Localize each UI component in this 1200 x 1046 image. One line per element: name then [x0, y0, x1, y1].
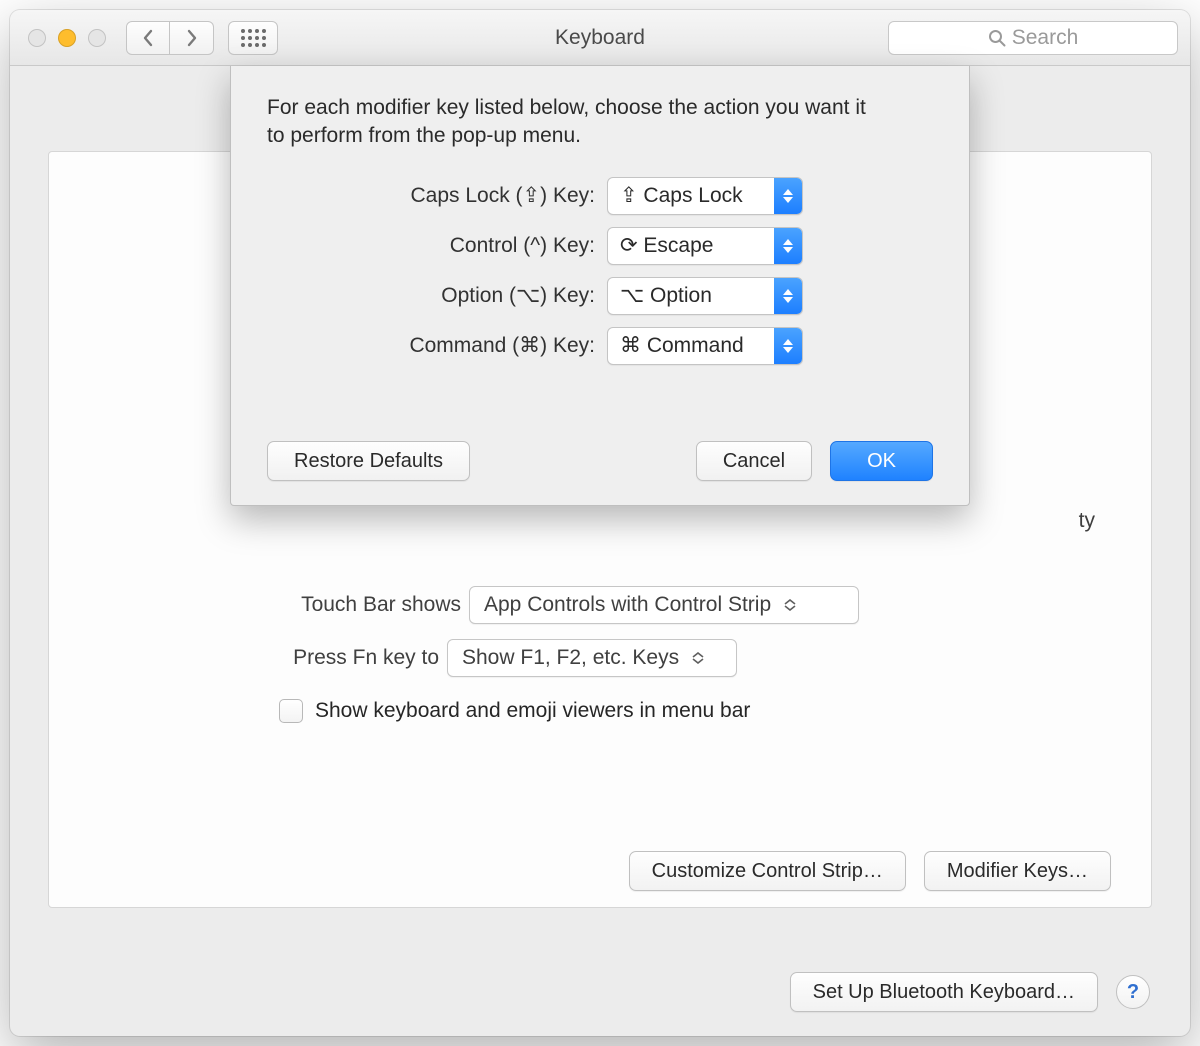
titlebar: Keyboard Search	[10, 10, 1190, 66]
help-icon: ?	[1127, 981, 1139, 1004]
preferences-window: Keyboard Search ty Touch Bar shows App C…	[10, 10, 1190, 1036]
panel-bottom-buttons: Customize Control Strip… Modifier Keys…	[629, 851, 1111, 891]
fn-label: Press Fn key to	[279, 646, 447, 670]
control-row: Control (^) Key: ⟳ Escape	[267, 227, 933, 265]
ok-button[interactable]: OK	[830, 441, 933, 481]
cancel-button[interactable]: Cancel	[696, 441, 812, 481]
fn-value: Show F1, F2, etc. Keys	[462, 646, 679, 670]
capslock-row: Caps Lock (⇪) Key: ⇪ Caps Lock	[267, 177, 933, 215]
control-label: Control (^) Key:	[267, 234, 607, 258]
select-knob-icon	[774, 228, 802, 264]
command-label: Command (⌘) Key:	[267, 333, 607, 358]
sheet-footer: Restore Defaults Cancel OK	[267, 441, 933, 481]
obscured-text-fragment: ty	[1079, 509, 1095, 533]
modifier-key-table: Caps Lock (⇪) Key: ⇪ Caps Lock Control (…	[267, 177, 933, 365]
search-icon	[988, 29, 1006, 47]
show-viewers-label: Show keyboard and emoji viewers in menu …	[315, 699, 750, 723]
option-select[interactable]: ⌥ Option	[607, 277, 803, 315]
modifier-keys-sheet: For each modifier key listed below, choo…	[230, 66, 970, 506]
back-button[interactable]	[126, 21, 170, 55]
touch-bar-value: App Controls with Control Strip	[484, 593, 771, 617]
updown-caret-icon	[781, 593, 799, 617]
select-knob-icon	[774, 178, 802, 214]
minimize-window-button[interactable]	[58, 29, 76, 47]
traffic-lights	[22, 29, 106, 47]
restore-defaults-button[interactable]: Restore Defaults	[267, 441, 470, 481]
select-knob-icon	[774, 328, 802, 364]
option-row: Option (⌥) Key: ⌥ Option	[267, 277, 933, 315]
chevron-right-icon	[186, 29, 198, 47]
zoom-window-button[interactable]	[88, 29, 106, 47]
fn-popup[interactable]: Show F1, F2, etc. Keys	[447, 639, 737, 677]
option-label: Option (⌥) Key:	[267, 283, 607, 308]
updown-caret-icon	[689, 646, 707, 670]
help-button[interactable]: ?	[1116, 975, 1150, 1009]
touch-bar-popup[interactable]: App Controls with Control Strip	[469, 586, 859, 624]
forward-button[interactable]	[170, 21, 214, 55]
command-value: ⌘ Command	[608, 333, 774, 358]
search-placeholder: Search	[1012, 26, 1079, 50]
window-footer: Set Up Bluetooth Keyboard… ?	[10, 972, 1190, 1012]
customize-control-strip-button[interactable]: Customize Control Strip…	[629, 851, 906, 891]
control-select[interactable]: ⟳ Escape	[607, 227, 803, 265]
search-field[interactable]: Search	[888, 21, 1178, 55]
capslock-value: ⇪ Caps Lock	[608, 183, 774, 208]
option-value: ⌥ Option	[608, 283, 774, 308]
command-row: Command (⌘) Key: ⌘ Command	[267, 327, 933, 365]
control-value: ⟳ Escape	[608, 233, 774, 258]
show-viewers-row: Show keyboard and emoji viewers in menu …	[279, 699, 750, 723]
show-all-button[interactable]	[228, 21, 278, 55]
grid-icon	[241, 29, 266, 47]
chevron-left-icon	[142, 29, 154, 47]
setup-bluetooth-keyboard-button[interactable]: Set Up Bluetooth Keyboard…	[790, 972, 1098, 1012]
select-knob-icon	[774, 278, 802, 314]
capslock-label: Caps Lock (⇪) Key:	[267, 183, 607, 208]
background-rows: Touch Bar shows App Controls with Contro…	[279, 577, 859, 683]
modifier-keys-button[interactable]: Modifier Keys…	[924, 851, 1111, 891]
capslock-select[interactable]: ⇪ Caps Lock	[607, 177, 803, 215]
sheet-description: For each modifier key listed below, choo…	[267, 94, 887, 151]
close-window-button[interactable]	[28, 29, 46, 47]
touch-bar-label: Touch Bar shows	[279, 593, 469, 617]
command-select[interactable]: ⌘ Command	[607, 327, 803, 365]
show-viewers-checkbox[interactable]	[279, 699, 303, 723]
nav-group	[126, 21, 214, 55]
